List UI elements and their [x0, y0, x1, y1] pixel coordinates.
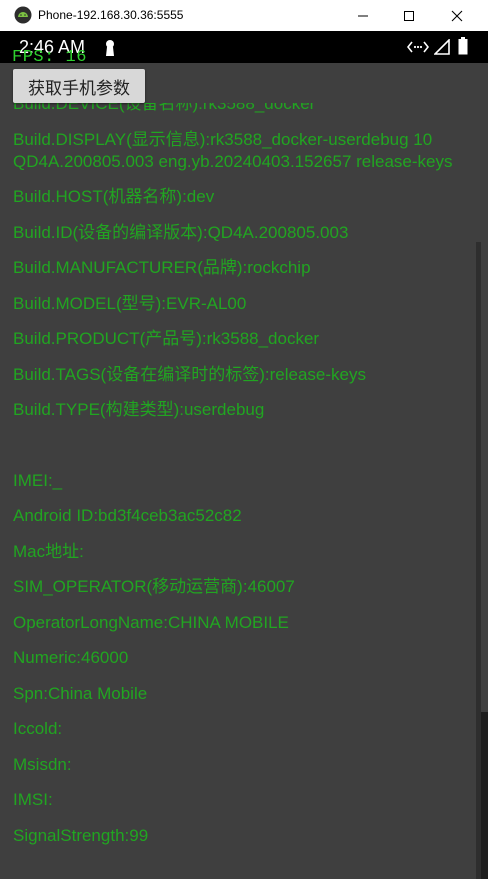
info-mac: Mac地址:: [13, 541, 84, 561]
info-sim-operator: SIM_OPERATOR(移动运营商):46007: [13, 577, 295, 596]
close-button[interactable]: [434, 0, 480, 31]
info-operator-long-name: OperatorLongName:CHINA MOBILE: [13, 612, 289, 632]
device-screen: 2:46 AM FPS: 16 获取手机参数 Build.DEVICE(设备名称…: [0, 31, 488, 879]
info-model: Build.MODEL(型号):EVR-AL00: [13, 293, 247, 313]
minimize-button[interactable]: [340, 0, 386, 31]
info-iccid: Iccold:: [13, 719, 63, 738]
notification-icon: [106, 40, 114, 56]
info-display: Build.DISPLAY(显示信息):rk3588_docker-userde…: [13, 129, 453, 171]
signal-icon: [434, 39, 450, 55]
close-icon: [451, 10, 463, 21]
info-spn: Spn:China Mobile: [13, 683, 148, 703]
info-imei: IMEI:_: [13, 470, 63, 490]
info-signal-strength: SignalStrength:99: [13, 825, 149, 845]
window-title: Phone-192.168.30.36:5555: [38, 8, 184, 22]
window-edge: [481, 712, 488, 879]
info-product: Build.PRODUCT(产品号):rk3588_docker: [13, 329, 320, 348]
get-phone-params-button[interactable]: 获取手机参数: [13, 69, 145, 103]
info-android-id: Android ID:bd3f4ceb3ac52c82: [13, 506, 242, 525]
info-tags: Build.TAGS(设备在编译时的标签):release-keys: [13, 364, 366, 384]
info-type: Build.TYPE(构建类型):userdebug: [13, 400, 265, 419]
info-device: Build.DEVICE(设备名称):rk3588_docker: [13, 103, 316, 113]
android-app-icon: [14, 6, 32, 24]
info-scroll-area[interactable]: Build.DEVICE(设备名称):rk3588_docker Build.D…: [0, 103, 480, 879]
info-id: Build.ID(设备的编译版本):QD4A.200805.003: [13, 222, 349, 242]
window-titlebar: Phone-192.168.30.36:5555: [0, 0, 488, 32]
info-host: Build.HOST(机器名称):dev: [13, 187, 215, 206]
maximize-icon: [404, 10, 414, 21]
vpn-icon: [407, 41, 429, 53]
minimize-icon: [358, 15, 368, 16]
info-imsi: IMSI:: [13, 790, 53, 809]
maximize-button[interactable]: [386, 0, 432, 31]
info-manufacturer: Build.MANUFACTURER(品牌):rockchip: [13, 258, 311, 277]
info-list: Build.DEVICE(设备名称):rk3588_docker Build.D…: [13, 103, 468, 860]
battery-icon: [458, 37, 468, 55]
fps-counter: FPS: 16: [12, 48, 87, 67]
info-msisdn: Msisdn:: [13, 754, 72, 774]
info-numeric: Numeric:46000: [13, 648, 129, 667]
